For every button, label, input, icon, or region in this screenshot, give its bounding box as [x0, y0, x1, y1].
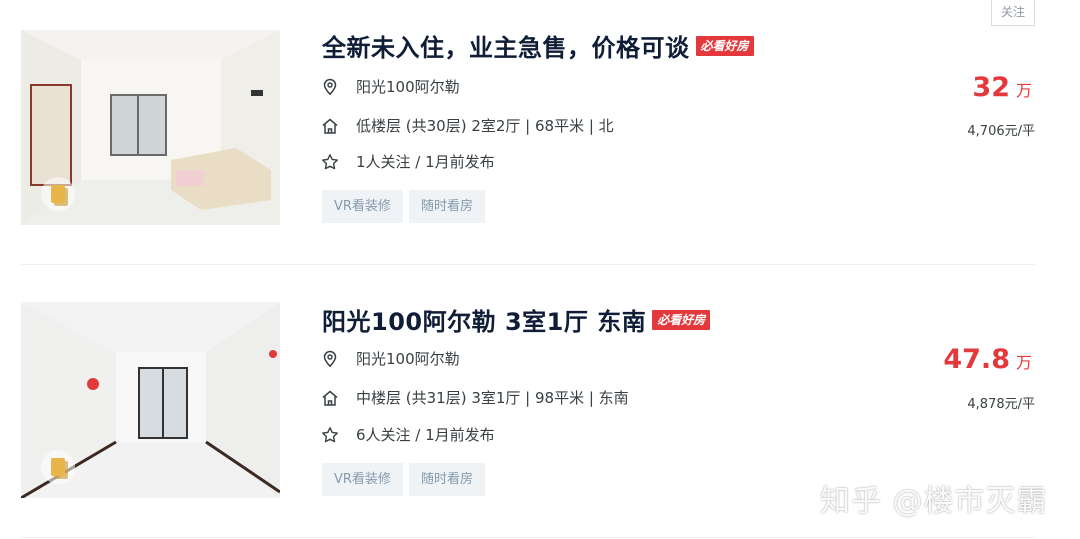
- follow-info-line: 6人关注 / 1月前发布: [321, 424, 495, 445]
- star-icon: [321, 153, 339, 171]
- watermark: 知乎 @楼市灭霸: [820, 484, 1048, 519]
- price-unit: 万: [1015, 353, 1032, 372]
- house-icon: [321, 389, 339, 407]
- vr-icon[interactable]: [41, 450, 75, 484]
- community-link[interactable]: 阳光100阿尔勒: [356, 348, 460, 369]
- price-unit: 万: [1015, 81, 1032, 100]
- chip-vr-decoration[interactable]: VR看装修: [322, 463, 403, 496]
- follow-info-text: 1人关注 / 1月前发布: [356, 153, 495, 171]
- vr-icon[interactable]: [41, 177, 75, 211]
- community-line: 阳光100阿尔勒: [321, 348, 460, 369]
- location-pin-icon: [321, 78, 339, 96]
- listing-photo[interactable]: [21, 30, 280, 225]
- unit-price: 4,706元/平: [967, 124, 1035, 139]
- price-value: 32: [972, 72, 1010, 103]
- location-pin-icon: [321, 350, 339, 368]
- price-value: 47.8: [943, 344, 1010, 375]
- chip-vr-decoration[interactable]: VR看装修: [322, 190, 403, 223]
- chip-anytime-viewing[interactable]: 随时看房: [408, 190, 485, 223]
- listing-title[interactable]: 阳光100阿尔勒 3室1厅 东南: [322, 302, 646, 337]
- divider: [21, 264, 1035, 265]
- divider: [21, 537, 1035, 538]
- star-icon: [321, 426, 339, 444]
- house-icon: [321, 117, 339, 135]
- house-info-text: 低楼层 (共30层) 2室2厅 | 68平米 | 北: [356, 117, 614, 135]
- listing-photo[interactable]: [21, 302, 280, 498]
- house-info-line: 低楼层 (共30层) 2室2厅 | 68平米 | 北: [321, 115, 614, 136]
- follow-info-line: 1人关注 / 1月前发布: [321, 151, 495, 172]
- listing-card[interactable]: 全新未入住，业主急售，价格可谈 必看好房 阳光100阿尔勒 低楼层 (共30层)…: [0, 0, 1080, 230]
- listing-card[interactable]: 阳光100阿尔勒 3室1厅 东南 必看好房 阳光100阿尔勒 中楼层 (共31层…: [0, 274, 1080, 504]
- house-info-text: 中楼层 (共31层) 3室1厅 | 98平米 | 东南: [356, 389, 629, 407]
- total-price: 32 万: [972, 72, 1032, 103]
- must-see-badge: 必看好房: [652, 309, 711, 330]
- follow-info-text: 6人关注 / 1月前发布: [356, 426, 495, 444]
- community-line: 阳光100阿尔勒: [321, 76, 460, 97]
- community-link[interactable]: 阳光100阿尔勒: [356, 76, 460, 97]
- house-info-line: 中楼层 (共31层) 3室1厅 | 98平米 | 东南: [321, 387, 629, 408]
- chip-anytime-viewing[interactable]: 随时看房: [408, 463, 485, 496]
- must-see-badge: 必看好房: [695, 35, 754, 56]
- unit-price: 4,878元/平: [967, 397, 1035, 412]
- listing-title[interactable]: 全新未入住，业主急售，价格可谈: [322, 28, 690, 63]
- total-price: 47.8 万: [943, 344, 1032, 375]
